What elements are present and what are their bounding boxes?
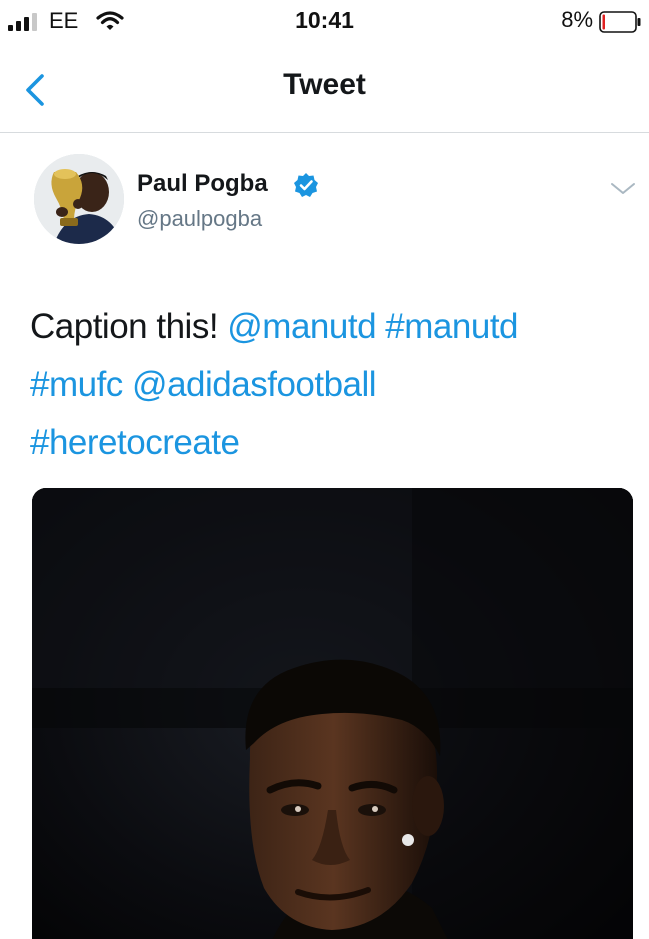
- tweet-menu-button[interactable]: [609, 178, 637, 198]
- hashtag-link[interactable]: #heretocreate: [30, 423, 240, 462]
- avatar-image: [34, 154, 124, 244]
- verified-badge-icon: [294, 173, 318, 197]
- tweet-media-image[interactable]: [32, 488, 633, 939]
- mention-link[interactable]: @manutd: [227, 307, 376, 346]
- avatar[interactable]: [34, 154, 124, 244]
- author-name[interactable]: Paul Pogba: [137, 170, 268, 198]
- page-title: Tweet: [283, 68, 366, 101]
- mention-link[interactable]: @adidasfootball: [132, 365, 377, 404]
- tweet-screen: EE 10:41 8% Tweet Paul Pogba @paulpogba …: [0, 0, 649, 939]
- navigation-bar: Tweet: [0, 46, 649, 133]
- player-photo: [32, 488, 633, 939]
- hashtag-link[interactable]: #manutd: [385, 307, 518, 346]
- tweet-text-plain: Caption this!: [30, 307, 228, 346]
- status-time: 10:41: [295, 7, 354, 33]
- status-bar: EE 10:41 8%: [0, 0, 649, 44]
- battery-percent: 8%: [561, 7, 593, 32]
- tweet-text: Caption this! @manutd #manutd #mufc @adid…: [30, 298, 630, 472]
- chevron-down-icon: [611, 183, 635, 194]
- author-handle[interactable]: @paulpogba: [137, 206, 262, 232]
- hashtag-link[interactable]: #mufc: [30, 365, 123, 404]
- battery-icon: [599, 11, 641, 33]
